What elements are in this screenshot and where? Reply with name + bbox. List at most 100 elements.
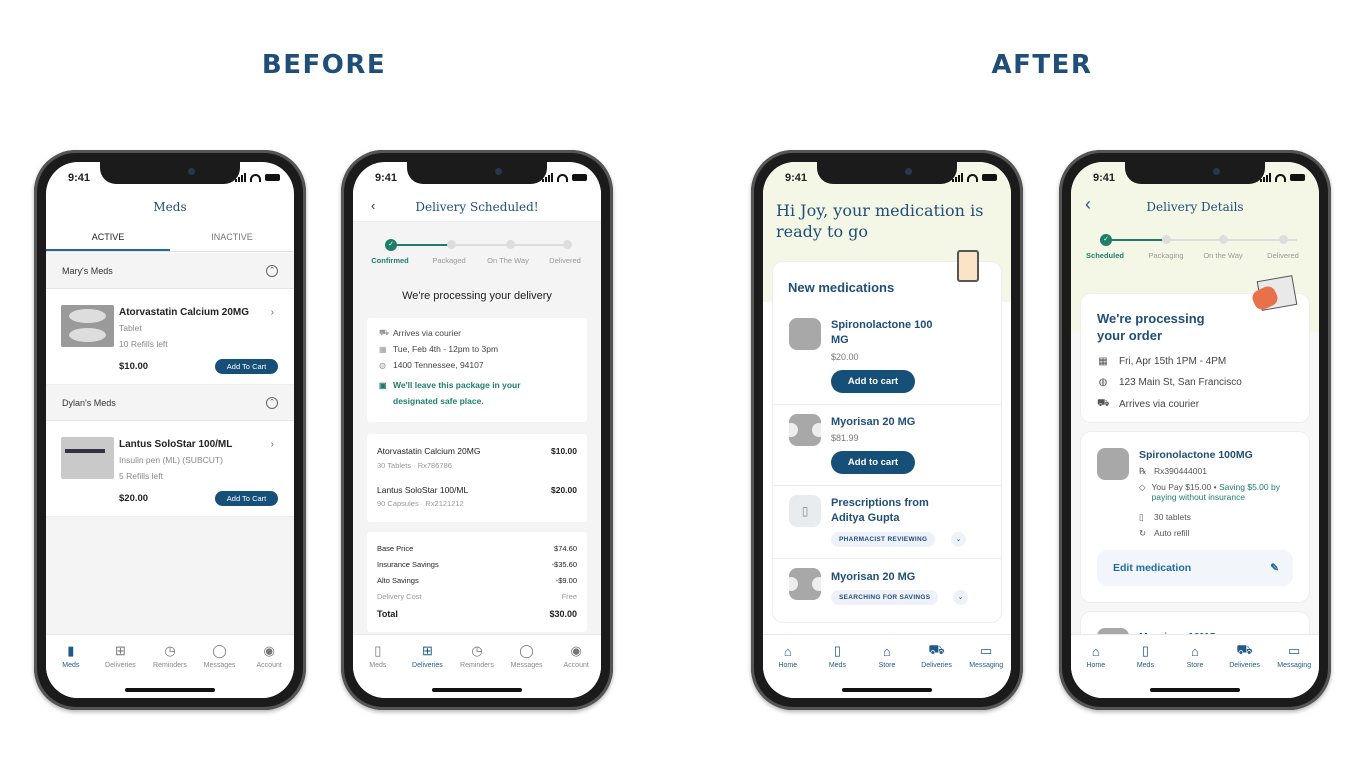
med-thumbnail (789, 414, 821, 446)
add-to-cart-button[interactable]: Add to cart (831, 370, 915, 393)
tab-account[interactable]: ◉ Account (552, 643, 600, 698)
phone-before-delivery: 9:41 ‹ Delivery Scheduled! ✓ Confirmed P… (341, 150, 613, 710)
med-name[interactable]: Myorisan 20 MG (831, 570, 915, 585)
med-form: Tablet (119, 323, 142, 333)
pill-bottle-icon: ▮ (67, 643, 75, 658)
tab-home[interactable]: ⌂ Home (764, 643, 812, 698)
truck-icon: ⛟ (1236, 642, 1253, 657)
chevron-right-icon[interactable]: › (271, 307, 274, 318)
med-name[interactable]: Myorisan 20 MG (831, 415, 915, 430)
account-icon: ◉ (570, 643, 582, 658)
add-to-cart-button[interactable]: Add To Cart (215, 359, 278, 374)
pill-bottle-icon: ▯ (833, 643, 841, 658)
group-name: Mary's Meds (62, 265, 113, 276)
tab-home[interactable]: ⌂ Home (1072, 643, 1120, 698)
alarm-clock-icon: ◷ (471, 643, 483, 658)
chevron-right-icon[interactable]: › (271, 439, 274, 450)
item-sub: 30 Tablets · Rx786786 (377, 461, 452, 470)
tab-meds[interactable]: ▯ Meds (354, 643, 402, 698)
store-icon: ⌂ (883, 643, 891, 659)
status-icons (952, 173, 997, 182)
med-name[interactable]: Spironolactone 100 MG (831, 318, 951, 348)
calendar-icon: ▦ (1098, 356, 1108, 367)
home-icon: ⌂ (783, 643, 792, 659)
step-label: Scheduled (1086, 251, 1124, 260)
status-badge: SEARCHING FOR SAVINGS (831, 590, 939, 605)
price-summary-card: Base Price $74.60 Insurance Savings -$35.6… (367, 532, 587, 632)
pill-bottle-icon: ▯ (1141, 643, 1149, 658)
med-name: Atorvastatin Calcium 20MG (119, 307, 250, 318)
group-header[interactable]: Mary's Meds ⌃ (46, 253, 294, 289)
page-title: Meds (153, 200, 187, 214)
message-icon: ▭ (980, 643, 993, 658)
before-heading: BEFORE (261, 50, 387, 80)
med-price: $20.00 (831, 352, 859, 362)
med-image (61, 437, 114, 479)
location-pin-icon: ◍ (1098, 377, 1108, 388)
status-icons (235, 173, 280, 182)
home-indicator (125, 688, 215, 692)
item-price: $10.00 (551, 446, 577, 456)
chevron-down-icon[interactable]: ⌄ (953, 590, 968, 605)
message-icon: ▭ (1288, 643, 1301, 658)
group-name: Dylan's Meds (62, 397, 116, 408)
truck-icon: ⛟ (928, 642, 945, 657)
alarm-clock-icon: ◷ (164, 643, 176, 658)
med-row[interactable]: Atorvastatin Calcium 20MG Tablet 10 Refi… (46, 289, 294, 385)
step-label: Packaged (432, 256, 466, 265)
step-label: Delivered (549, 256, 581, 265)
med-price: $81.99 (831, 433, 859, 443)
add-to-cart-button[interactable]: Add to cart (831, 451, 915, 474)
car-icon: ⛟ (379, 328, 390, 337)
tab-account[interactable]: ◉ Account (245, 643, 293, 698)
med-form: Insulin pen (ML) (SUBCUT) (119, 455, 223, 465)
total-label: Total (377, 609, 398, 619)
collapse-icon[interactable]: ⌃ (266, 264, 278, 277)
med-name[interactable]: Prescriptions from Aditya Gupta (831, 496, 941, 526)
gift-icon: ⊞ (421, 643, 433, 658)
chat-bubble-icon: ◯ (212, 643, 227, 658)
med-price: $10.00 (119, 361, 149, 372)
pencil-icon: ✎ (1270, 562, 1279, 574)
status-icons (542, 173, 587, 182)
page-title: Delivery Details (1146, 200, 1244, 214)
processing-card: We're processing your order ▦ Fri, Apr 15… (1081, 275, 1309, 422)
chevron-down-icon[interactable]: ⌄ (951, 532, 966, 547)
edit-medication-button[interactable]: Edit medication ✎ (1097, 550, 1293, 586)
tab-inactive[interactable]: INACTIVE (170, 222, 294, 251)
location-pin-icon: ◍ (379, 360, 386, 370)
tab-messaging[interactable]: ▭ Messaging (1270, 643, 1318, 698)
step-label: On The Way (487, 256, 529, 265)
med-refills: 10 Refills left (119, 339, 168, 349)
gift-icon: ⊞ (114, 643, 126, 658)
med-refills: 5 Refills left (119, 471, 163, 481)
tab-messaging[interactable]: ▭ Messaging (962, 643, 1010, 698)
step-label: On the Way (1203, 251, 1243, 260)
total-value: $30.00 (549, 609, 577, 619)
tab-active[interactable]: ACTIVE (46, 222, 170, 251)
status-time: 9:41 (68, 172, 91, 184)
phone-after-home: 9:41 Hi Joy, your medication is ready to… (751, 150, 1023, 710)
tab-meds[interactable]: ▮ Meds (47, 643, 95, 698)
med-thumbnail (789, 318, 821, 350)
processing-title: We're processing your delivery (402, 290, 552, 302)
step-check-icon: ✓ (385, 239, 397, 251)
account-icon: ◉ (263, 643, 275, 658)
med-row[interactable]: Lantus SoloStar 100/ML Insulin pen (ML) … (46, 421, 294, 517)
step-label: Confirmed (371, 256, 409, 265)
item-sub: 90 Capsules · Rx2121212 (377, 499, 464, 508)
phone-after-delivery: 9:41 ‹ Delivery Details ✓ Scheduled Pack… (1059, 150, 1331, 710)
med-name: Spironolactone 100MG (1139, 449, 1253, 461)
home-indicator (842, 688, 932, 692)
delivery-info-card: ⛟ Arrives via courier ▦ Tue, Feb 4th - 12p… (367, 318, 587, 422)
collapse-icon[interactable]: ⌃ (266, 396, 278, 409)
home-indicator (432, 688, 522, 692)
page-title: Delivery Scheduled! (415, 200, 539, 214)
group-header[interactable]: Dylan's Meds ⌃ (46, 385, 294, 421)
home-icon: ⌂ (1091, 643, 1100, 659)
refresh-icon: ↻ (1139, 528, 1147, 538)
home-indicator (1150, 688, 1240, 692)
step-label: Packaging (1148, 251, 1184, 260)
prescription-jar-icon: ▯ (789, 495, 821, 527)
add-to-cart-button[interactable]: Add To Cart (215, 491, 278, 506)
